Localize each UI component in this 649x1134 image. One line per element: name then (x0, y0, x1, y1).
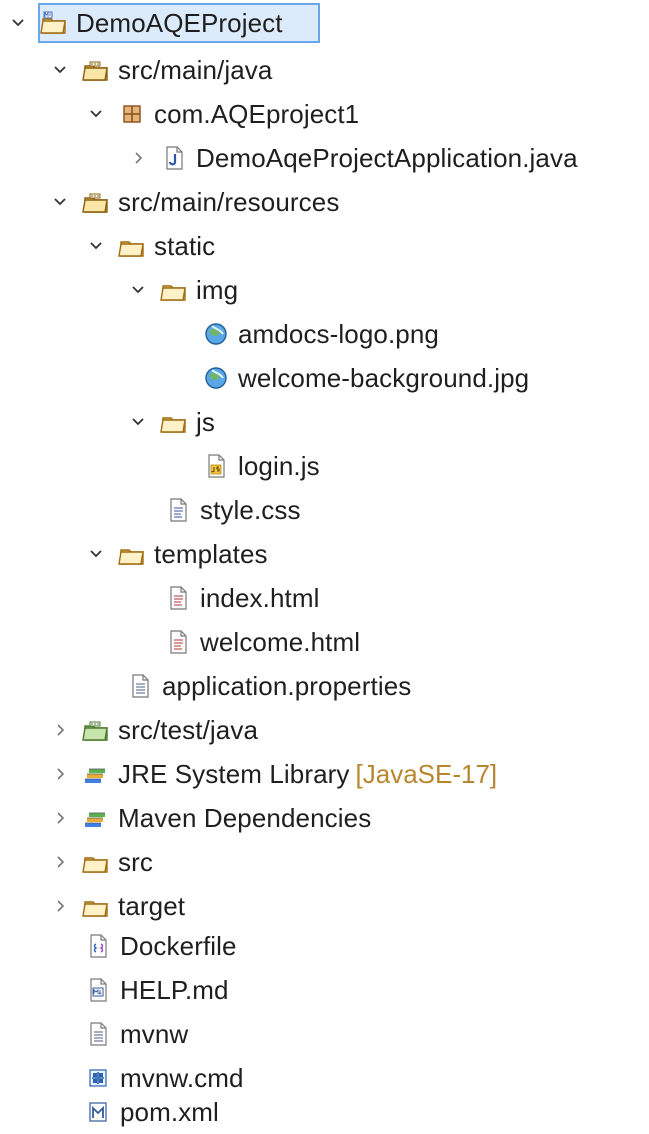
html-file-icon (164, 584, 192, 612)
tree-item-label: welcome-background.jpg (238, 363, 530, 393)
chevron-down-icon[interactable] (48, 58, 72, 82)
tree-item-js[interactable]: js (126, 400, 215, 444)
tree-item-amdocs-logo-png[interactable]: amdocs-logo.png (202, 312, 439, 356)
tree-item-src-main-resources[interactable]: src/main/resources (48, 180, 339, 224)
source-folder-icon (82, 56, 110, 84)
chevron-right-icon[interactable] (48, 762, 72, 786)
source-folder-icon (82, 188, 110, 216)
chevron-down-icon[interactable] (84, 102, 108, 126)
tree-item-label: com.AQEproject1 (154, 99, 360, 129)
source-folder-icon (82, 716, 110, 744)
chevron-right-icon[interactable] (48, 850, 72, 874)
tree-item-label: login.js (238, 451, 320, 481)
html-file-icon (164, 628, 192, 656)
tree-item-label: src (118, 847, 153, 877)
image-file-icon (202, 320, 230, 348)
dockerfile-icon (84, 932, 112, 960)
java-file-icon (160, 144, 188, 172)
chevron-down-icon[interactable] (84, 234, 108, 258)
folder-icon (118, 540, 146, 568)
folder-icon (160, 276, 188, 304)
tree-item-label: Maven Dependencies (118, 803, 372, 833)
tree-item-label: pom.xml (120, 1097, 219, 1127)
tree-item-maven-dependencies[interactable]: Maven Dependencies (48, 796, 371, 840)
tree-item-static[interactable]: static (84, 224, 215, 268)
chevron-down-icon[interactable] (126, 278, 150, 302)
tree-item-label: templates (154, 539, 268, 569)
tree-item-src-main-java[interactable]: src/main/java (48, 48, 272, 92)
tree-item-label: mvnw.cmd (120, 1063, 244, 1093)
tree-item-label: mvnw (120, 1019, 189, 1049)
tree-item-label: welcome.html (200, 627, 361, 657)
chevron-down-icon[interactable] (6, 11, 30, 35)
chevron-down-icon[interactable] (48, 190, 72, 214)
tree-item-label: target (118, 891, 186, 921)
tree-item-label: img (196, 275, 239, 305)
tree-item-label: static (154, 231, 216, 261)
chevron-right-icon[interactable] (48, 718, 72, 742)
jre-version-decoration: [JavaSE-17] (355, 758, 498, 789)
folder-icon (118, 232, 146, 260)
tree-item-label: JRE System Library (118, 759, 350, 789)
chevron-right-icon[interactable] (48, 806, 72, 830)
markdown-file-icon (84, 976, 112, 1004)
chevron-down-icon[interactable] (84, 542, 108, 566)
tree-item-welcome-background-jpg[interactable]: welcome-background.jpg (202, 356, 529, 400)
tree-item-login-js[interactable]: login.js (202, 444, 320, 488)
chevron-right-icon[interactable] (48, 894, 72, 918)
tree-item-pom-xml[interactable]: pom.xml (84, 1090, 219, 1134)
text-file-icon (84, 1020, 112, 1048)
tree-item-label: application.properties (162, 671, 412, 701)
tree-item-label: src/main/resources (118, 187, 340, 217)
tree-item-help-md[interactable]: HELP.md (84, 968, 229, 1012)
chevron-down-icon[interactable] (126, 410, 150, 434)
tree-item-label: js (196, 407, 215, 437)
tree-item-img[interactable]: img (126, 268, 238, 312)
tree-item-src[interactable]: src (48, 840, 153, 884)
folder-icon (82, 848, 110, 876)
package-icon (118, 100, 146, 128)
tree-item-root-project[interactable]: DemoAQEProject (6, 1, 283, 45)
tree-item-label: DemoAQEProject (76, 8, 283, 38)
properties-file-icon (126, 672, 154, 700)
library-icon (82, 804, 110, 832)
tree-item-application-properties[interactable]: application.properties (126, 664, 411, 708)
library-icon (82, 760, 110, 788)
maven-pom-file-icon (84, 1098, 112, 1126)
tree-item-dockerfile[interactable]: Dockerfile (84, 924, 237, 968)
tree-item-templates[interactable]: templates (84, 532, 268, 576)
tree-item-package-com-aqeproject1[interactable]: com.AQEproject1 (84, 92, 359, 136)
tree-item-mvnw[interactable]: mvnw (84, 1012, 188, 1056)
package-explorer-tree: DemoAQEProject src/main/java com.AQEproj… (0, 0, 649, 1133)
tree-item-label: DemoAqeProjectApplication.java (196, 143, 578, 173)
tree-item-welcome-html[interactable]: welcome.html (164, 620, 360, 664)
tree-item-label: index.html (200, 583, 320, 613)
tree-item-label: HELP.md (120, 975, 229, 1005)
tree-item-target[interactable]: target (48, 884, 185, 928)
folder-icon (160, 408, 188, 436)
css-file-icon (164, 496, 192, 524)
tree-item-label: style.css (200, 495, 301, 525)
tree-item-label: Dockerfile (120, 931, 237, 961)
project-folder-icon (40, 9, 68, 37)
javascript-file-icon (202, 452, 230, 480)
folder-icon (82, 892, 110, 920)
tree-item-jre-system-library[interactable]: JRE System Library [JavaSE-17] (48, 752, 497, 796)
tree-item-src-test-java[interactable]: src/test/java (48, 708, 258, 752)
chevron-right-icon[interactable] (126, 146, 150, 170)
tree-item-label: src/test/java (118, 715, 259, 745)
windows-command-file-icon (84, 1064, 112, 1092)
tree-item-demo-aqe-project-application-java[interactable]: DemoAqeProjectApplication.java (126, 136, 578, 180)
image-file-icon (202, 364, 230, 392)
tree-item-label: amdocs-logo.png (238, 319, 439, 349)
tree-item-index-html[interactable]: index.html (164, 576, 320, 620)
tree-item-label: src/main/java (118, 55, 273, 85)
tree-item-style-css[interactable]: style.css (164, 488, 301, 532)
